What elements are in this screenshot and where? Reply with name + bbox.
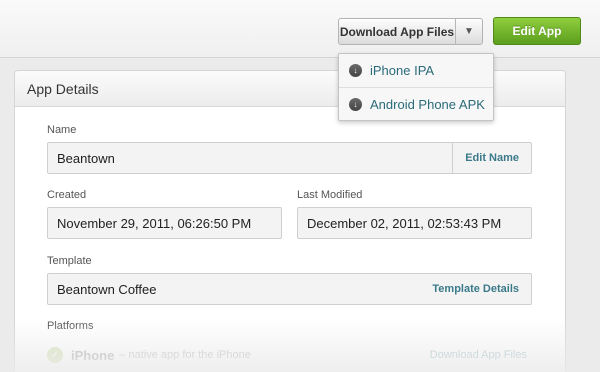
platform-name: iPhone	[71, 347, 115, 363]
edit-name-link[interactable]: Edit Name	[452, 143, 531, 173]
menu-item-iphone-ipa[interactable]: ↓ iPhone IPA	[339, 54, 493, 87]
check-icon: ✓	[47, 347, 63, 363]
menu-item-android-apk[interactable]: ↓ Android Phone APK	[339, 87, 493, 120]
name-value: Beantown	[57, 150, 115, 166]
platform-description: – native app for the iPhone	[119, 349, 251, 361]
edit-app-button[interactable]: Edit App	[493, 17, 581, 45]
created-field: November 29, 2011, 06:26:50 PM	[47, 207, 282, 239]
template-field: Beantown Coffee Template Details	[47, 273, 532, 305]
created-label: Created	[47, 189, 87, 201]
name-label: Name	[47, 124, 77, 136]
created-value: November 29, 2011, 06:26:50 PM	[57, 215, 252, 231]
download-icon: ↓	[349, 97, 362, 111]
name-field: Beantown Edit Name	[47, 142, 532, 174]
download-icon: ↓	[349, 64, 362, 77]
download-app-files-label[interactable]: Download App Files	[339, 19, 456, 44]
menu-item-label: Android Phone APK	[370, 96, 485, 112]
last-modified-value: December 02, 2011, 02:53:43 PM	[307, 215, 502, 231]
menu-item-label: iPhone IPA	[370, 63, 435, 78]
last-modified-label: Last Modified	[297, 189, 363, 201]
template-label: Template	[47, 255, 92, 267]
platform-row-iphone: ✓ iPhone – native app for the iPhone Dow…	[47, 344, 527, 366]
platform-download-link[interactable]: Download App Files	[430, 349, 527, 361]
top-toolbar: Download App Files ▼ Edit App	[0, 0, 600, 58]
caret-down-icon[interactable]: ▼	[456, 19, 482, 44]
download-app-files-button[interactable]: Download App Files ▼	[338, 18, 483, 45]
last-modified-field: December 02, 2011, 02:53:43 PM	[297, 207, 532, 239]
template-value: Beantown Coffee	[57, 281, 157, 297]
template-details-link[interactable]: Template Details	[420, 274, 531, 304]
platforms-label: Platforms	[47, 320, 94, 332]
download-menu: ↓ iPhone IPA ↓ Android Phone APK	[338, 53, 494, 121]
